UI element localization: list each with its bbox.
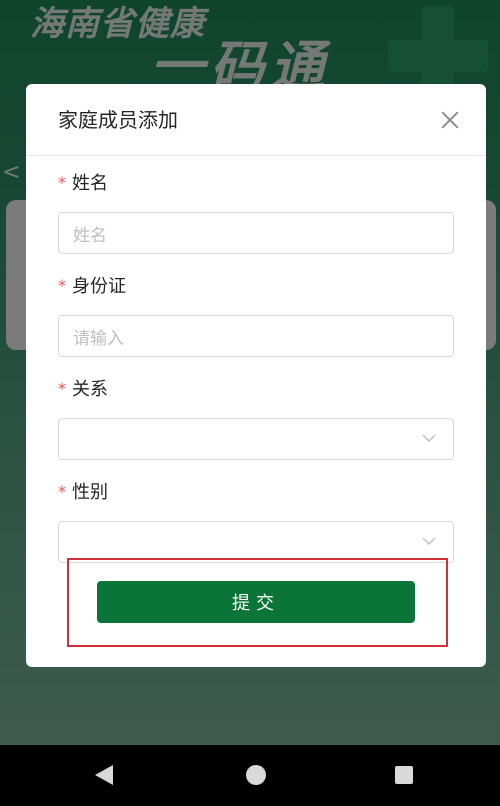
gender-field: * 性别 [58,477,454,563]
gender-select[interactable] [58,521,454,563]
dialog-title: 家庭成员添加 [58,108,178,132]
name-placeholder: 姓名 [73,225,107,246]
relationship-select[interactable] [58,418,454,460]
name-input[interactable]: 姓名 [58,212,454,254]
id-card-label: 身份证 [72,276,126,297]
submit-button[interactable]: 提交 [97,581,415,623]
name-label: 姓名 [72,173,108,194]
id-card-placeholder: 请输入 [73,328,124,349]
required-mark: * [58,481,66,501]
required-mark: * [58,172,66,192]
nav-back-icon[interactable] [95,765,113,785]
chevron-down-icon [421,533,437,549]
id-card-field: * 身份证 请输入 [58,271,454,357]
gender-label: 性别 [72,482,108,503]
nav-recent-apps-icon[interactable] [395,766,413,784]
add-family-member-dialog: 家庭成员添加 * 姓名 姓名 * 身份证 请输入 * 关系 * 性别 提交 [26,84,486,667]
family-member-form: * 姓名 姓名 * 身份证 请输入 * 关系 * 性别 [58,168,454,563]
required-mark: * [58,275,66,295]
system-navigation-bar [0,745,500,806]
relationship-field: * 关系 [58,374,454,460]
dialog-header: 家庭成员添加 [26,84,486,156]
chevron-down-icon [421,430,437,446]
id-card-input[interactable]: 请输入 [58,315,454,357]
close-icon[interactable] [436,106,464,134]
required-mark: * [58,378,66,398]
name-field: * 姓名 姓名 [58,168,454,254]
nav-home-icon[interactable] [246,765,266,785]
relationship-label: 关系 [72,379,108,400]
